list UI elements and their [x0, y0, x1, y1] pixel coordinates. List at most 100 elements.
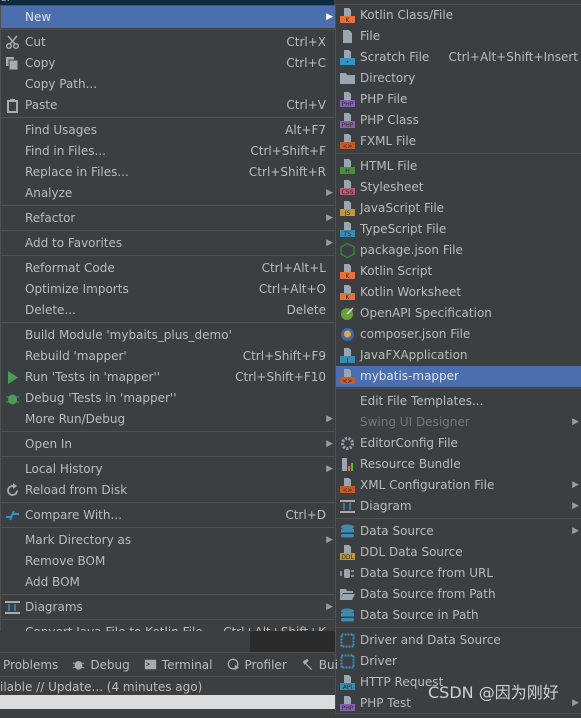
new-item-xml-configuration-file[interactable]: <> XML Configuration File ▶ [336, 475, 581, 496]
new-item-kotlin-script[interactable]: K Kotlin Script [336, 261, 581, 282]
open-folder-icon [340, 587, 355, 602]
svg-text:PHP: PHP [342, 705, 354, 711]
menu-item-label: Add to Favorites [25, 236, 123, 250]
menu-item-label: Reload from Disk [25, 483, 128, 497]
new-item-package-json-file[interactable]: package.json File [336, 240, 581, 261]
menu-item-label: More Run/Debug [25, 412, 126, 426]
menu-item-label: DDL Data Source [360, 545, 463, 559]
new-item-javascript-file[interactable]: JS JavaScript File [336, 198, 581, 219]
menu-item-add-to-favorites[interactable]: Add to Favorites ▶ [1, 233, 335, 254]
shortcut: Ctrl+Alt+Shift+Insert [448, 50, 578, 64]
menu-item-label: HTML File [360, 159, 418, 173]
menu-item-copy[interactable]: Copy Ctrl+C [1, 53, 335, 74]
new-item-file[interactable]: File [336, 26, 581, 47]
menu-item-diagrams[interactable]: Diagrams ▶ [1, 597, 335, 618]
menu-item-add-bom[interactable]: Add BOM [1, 572, 335, 593]
new-item-composer-json-file[interactable]: composer.json File [336, 324, 581, 345]
menu-item-reload-from-disk[interactable]: Reload from Disk [1, 480, 335, 501]
new-item-kotlin-worksheet[interactable]: K Kotlin Worksheet [336, 282, 581, 303]
new-item-directory[interactable]: Directory [336, 68, 581, 89]
editor-area [0, 631, 335, 652]
menu-item-open-in[interactable]: Open In ▶ [1, 434, 335, 455]
menu-item-rebuild-mapper[interactable]: Rebuild 'mapper' Ctrl+Shift+F9 [1, 346, 335, 367]
menu-item-label: New [25, 10, 52, 24]
svg-text:J: J [346, 357, 349, 363]
new-item-editorconfig-file[interactable]: EditorConfig File [336, 433, 581, 454]
new-item-typescript-file[interactable]: TS TypeScript File [336, 219, 581, 240]
new-item-javafxapplication[interactable]: J JavaFXApplication [336, 345, 581, 366]
submenu-arrow-icon: ▶ [326, 439, 333, 449]
tool-tab-debug[interactable]: Debug [72, 658, 130, 672]
new-item-resource-bundle[interactable]: Resource Bundle [336, 454, 581, 475]
file-icon [340, 29, 355, 44]
debug-bug-icon [5, 391, 20, 406]
menu-item-find-usages[interactable]: Find Usages Alt+F7 [1, 120, 335, 141]
menu-item-label: Copy Path... [25, 77, 98, 91]
menu-item-build-module-mybaits-plus-demo[interactable]: Build Module 'mybaits_plus_demo' [1, 325, 335, 346]
javafx-icon: J [340, 348, 355, 364]
menu-item-optimize-imports[interactable]: Optimize Imports Ctrl+Alt+O [1, 279, 335, 300]
menu-item-remove-bom[interactable]: Remove BOM [1, 551, 335, 572]
new-item-fxml-file[interactable]: <> FXML File [336, 131, 581, 152]
new-item-php-class[interactable]: PHP PHP Class [336, 110, 581, 131]
php-file-icon: PHP [340, 92, 355, 108]
svg-text:DDL: DDL [341, 554, 354, 560]
svg-text:•: • [346, 59, 350, 65]
tool-tab-bui[interactable]: Bui [301, 658, 338, 672]
tool-tab-label: Problems [3, 657, 59, 672]
new-item-kotlin-class-file[interactable]: K Kotlin Class/File [336, 5, 581, 26]
tool-tab-problems[interactable]: Problems [3, 658, 58, 672]
menu-item-reformat-code[interactable]: Reformat Code Ctrl+Alt+L [1, 258, 335, 279]
menu-item-label: File [360, 29, 381, 43]
submenu-arrow-icon: ▶ [326, 464, 333, 474]
new-item-data-source-in-path[interactable]: Data Source in Path [336, 605, 581, 626]
menu-item-find-in-files[interactable]: Find in Files... Ctrl+Shift+F [1, 141, 335, 162]
submenu-arrow-icon: ▶ [326, 238, 333, 248]
menu-item-copy-path[interactable]: Copy Path... [1, 74, 335, 95]
svg-text:<>: <> [342, 143, 352, 149]
new-item-data-source-from-url[interactable]: Data Source from URL [336, 563, 581, 584]
menu-item-delete[interactable]: Delete... Delete [1, 300, 335, 321]
new-item-php-file[interactable]: PHP PHP File [336, 89, 581, 110]
menu-item-refactor[interactable]: Refactor ▶ [1, 208, 335, 229]
shortcut: Ctrl+D [285, 508, 326, 522]
menu-item-label: Resource Bundle [360, 457, 461, 471]
hammer-icon [301, 658, 314, 671]
watermark: CSDN @因为刚好 [428, 683, 559, 702]
menu-item-debug-tests-in-mapper[interactable]: Debug 'Tests in 'mapper'' [1, 388, 335, 409]
submenu-arrow-icon: ▶ [572, 417, 579, 427]
new-item-driver-and-data-source[interactable]: Driver and Data Source [336, 630, 581, 651]
kotlin-worksheet-icon: K [340, 285, 355, 301]
new-item-openapi-specification[interactable]: OpenAPI Specification [336, 303, 581, 324]
menu-item-local-history[interactable]: Local History ▶ [1, 459, 335, 480]
menu-item-compare-with[interactable]: Compare With... Ctrl+D [1, 505, 335, 526]
new-item-edit-file-templates[interactable]: Edit File Templates... [336, 391, 581, 412]
compare-icon [5, 508, 20, 523]
menu-item-cut[interactable]: Cut Ctrl+X [1, 32, 335, 53]
new-item-data-source[interactable]: Data Source ▶ [336, 521, 581, 542]
new-item-data-source-from-path[interactable]: Data Source from Path [336, 584, 581, 605]
new-item-mybatis-mapper[interactable]: <> mybatis-mapper [336, 366, 581, 387]
driver-icon [340, 654, 355, 669]
new-item-ddl-data-source[interactable]: DDL DDL Data Source [336, 542, 581, 563]
tool-tab-profiler[interactable]: Profiler [227, 658, 287, 672]
new-item-diagram[interactable]: Diagram ▶ [336, 496, 581, 517]
menu-item-label: composer.json File [360, 327, 471, 341]
menu-item-new[interactable]: New ▶ [1, 6, 335, 28]
menu-item-label: Copy [25, 56, 56, 70]
nodejs-icon [340, 242, 355, 259]
new-item-scratch-file[interactable]: • Scratch File Ctrl+Alt+Shift+Insert [336, 47, 581, 68]
menu-item-label: Local History [25, 462, 103, 476]
tool-tab-terminal[interactable]: Terminal [144, 658, 213, 672]
menu-item-run-tests-in-mapper[interactable]: Run 'Tests in 'mapper'' Ctrl+Shift+F10 [1, 367, 335, 388]
menu-item-replace-in-files[interactable]: Replace in Files... Ctrl+Shift+R [1, 162, 335, 183]
menu-item-more-run-debug[interactable]: More Run/Debug ▶ [1, 409, 335, 430]
new-item-stylesheet[interactable]: CSS Stylesheet [336, 177, 581, 198]
new-item-driver[interactable]: Driver [336, 651, 581, 672]
menu-item-label: XML Configuration File [360, 478, 495, 492]
menu-item-paste[interactable]: Paste Ctrl+V [1, 95, 335, 116]
menu-item-mark-directory-as[interactable]: Mark Directory as ▶ [1, 530, 335, 551]
new-item-html-file[interactable]: H HTML File [336, 156, 581, 177]
svg-text:API: API [343, 684, 353, 690]
menu-item-analyze[interactable]: Analyze ▶ [1, 183, 335, 204]
